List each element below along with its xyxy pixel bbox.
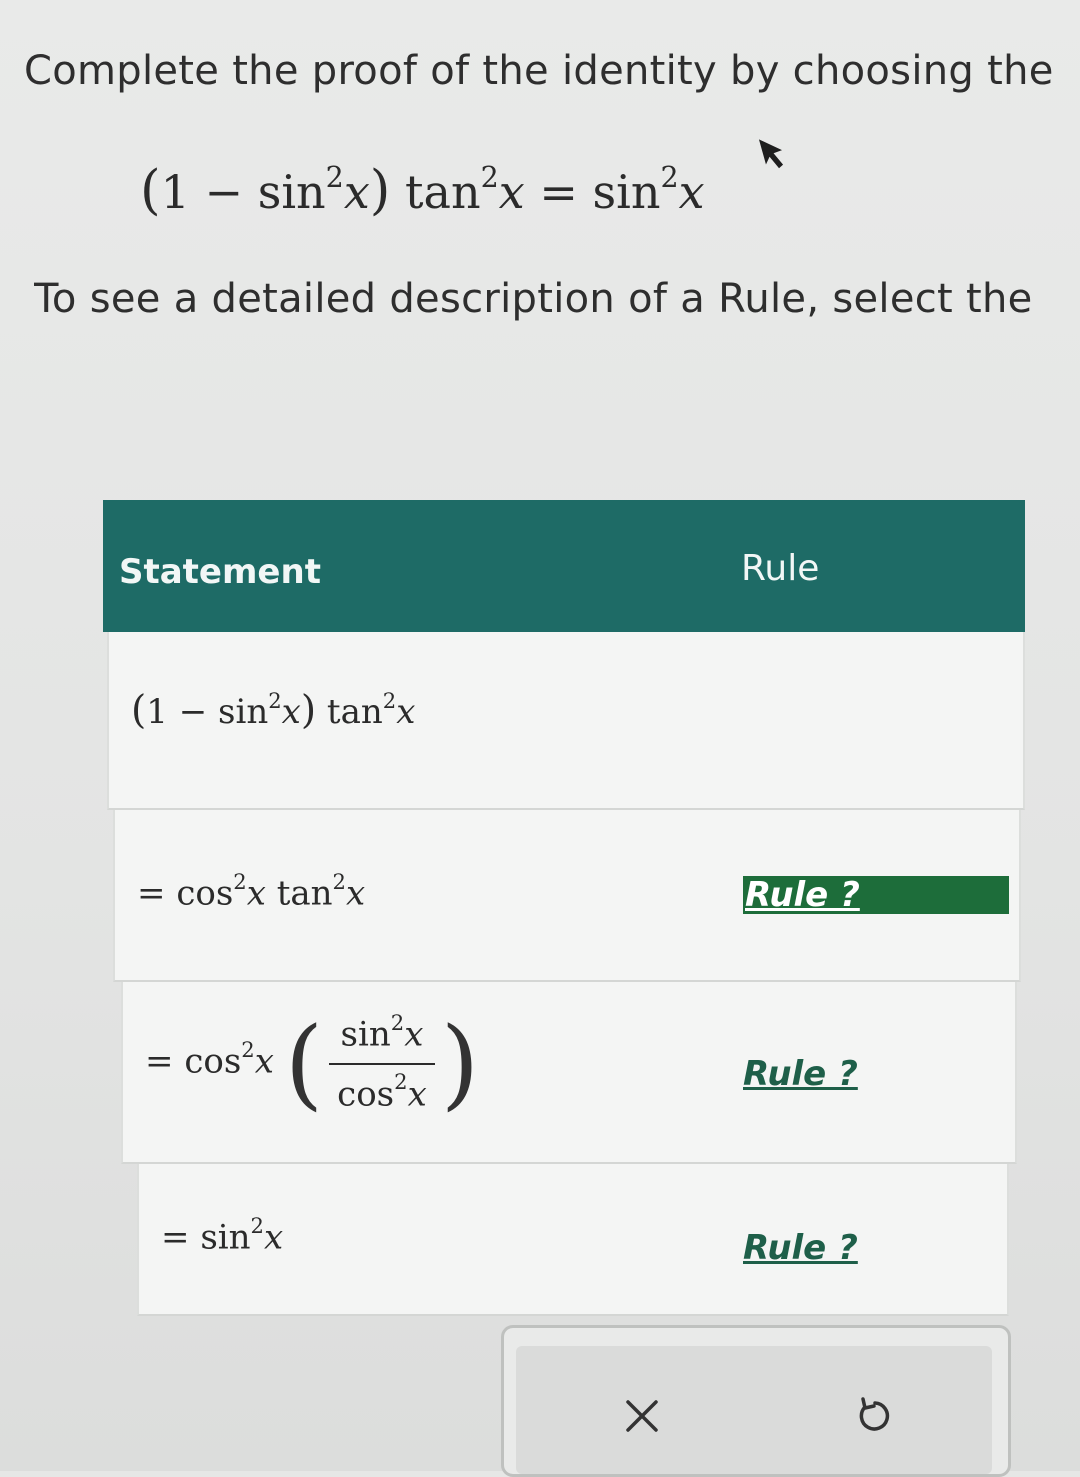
rule-select-link[interactable]: Rule ? [743,1228,858,1268]
statement-cell: = cos2x ( sin2x cos2x ) [145,1006,479,1121]
math-exp: 2 [394,1069,408,1095]
table-row: = cos2x tan2x Rule ? [113,810,1021,982]
math-var: x [246,873,266,914]
table-row: = cos2x ( sin2x cos2x ) Rule ? [121,982,1017,1164]
math-equals: = [161,1217,190,1258]
math-var: x [345,873,366,914]
math-exp: 2 [390,1010,405,1036]
math-sin: sin [218,692,269,732]
open-paren: ( [131,688,147,733]
statement-cell: = sin2x [161,1212,284,1258]
math-var: x [404,1014,424,1055]
math-minus: − [178,692,208,732]
identity-equation: (1 − sin2x) tan2x = sin2x [140,160,705,221]
identity-sin: sin [257,165,326,219]
math-exp: 2 [332,868,346,894]
fraction-numerator: sin2x [329,1010,435,1055]
table-header: Statement Rule [103,500,1025,632]
math-var: x [281,692,301,732]
rule-select-link[interactable]: Rule ? [743,1054,858,1094]
identity-tan: tan [405,165,481,219]
big-open-paren: ( [284,1006,324,1121]
identity-one: 1 [160,165,190,219]
instruction-text: Complete the proof of the identity by ch… [24,48,1054,94]
math-var: x [407,1073,427,1114]
math-cos: cos [176,873,234,914]
identity-var: x [343,165,370,219]
math-tan: tan [326,692,383,732]
table-row: (1 − sin2x) tan2x [107,632,1025,810]
fraction-bar [329,1062,435,1065]
undo-icon [859,1397,890,1431]
table-row: = sin2x Rule ? [137,1164,1009,1316]
mouse-cursor-icon [758,139,784,169]
math-equals: = [137,873,166,914]
identity-exp: 2 [325,161,344,195]
fraction-denominator: cos2x [329,1069,435,1114]
reset-button[interactable] [848,1390,900,1442]
math-tan: tan [276,873,333,914]
identity-minus: − [204,165,244,219]
toolbar-inner [516,1346,992,1474]
math-sin: sin [340,1014,391,1055]
math-exp: 2 [250,1212,264,1238]
identity-var: x [498,165,525,219]
math-exp: 2 [233,868,247,894]
close-paren: ) [300,688,317,733]
identity-equals: = [539,165,578,219]
math-exp: 2 [268,687,282,713]
math-sin: sin [200,1217,251,1258]
math-exp: 2 [382,687,397,713]
identity-var: x [678,165,705,219]
math-var: x [254,1041,274,1082]
identity-exp: 2 [660,161,679,195]
statement-cell: (1 − sin2x) tan2x [131,688,415,733]
rule-column-header: Rule [741,548,820,589]
statement-cell: = cos2x tan2x [137,868,366,914]
big-close-paren: ) [440,1006,480,1121]
rule-hint-text: To see a detailed description of a Rule,… [34,276,1033,322]
math-cos: cos [184,1041,242,1082]
close-icon [626,1400,658,1432]
statement-column-header: Statement [119,552,321,592]
math-var: x [263,1217,284,1258]
rule-select-link[interactable]: Rule ? [743,876,1009,914]
clear-button[interactable] [616,1390,668,1442]
math-cos: cos [337,1073,395,1114]
identity-sin: sin [592,165,661,219]
identity-close-paren: ) [369,160,391,221]
identity-open-paren: ( [140,160,161,221]
answer-toolbar [501,1325,1011,1477]
math-exp: 2 [241,1037,255,1063]
fraction: sin2x cos2x [329,1010,435,1114]
identity-exp: 2 [480,161,499,195]
math-var: x [396,692,416,732]
math-equals: = [145,1041,174,1082]
math-one: 1 [146,692,168,732]
